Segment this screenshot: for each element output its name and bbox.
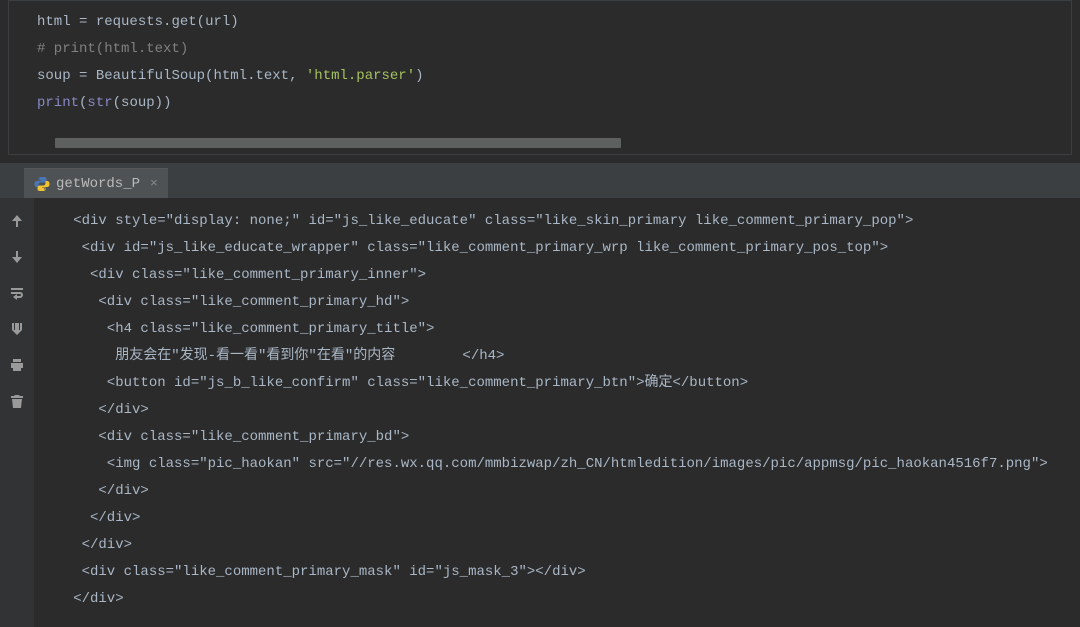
- code-token: get: [171, 14, 196, 30]
- code-token: ): [155, 95, 163, 111]
- console-line: <div id="js_like_educate_wrapper" class=…: [48, 235, 1080, 262]
- console-line: </div>: [48, 397, 1080, 424]
- console-line: 朋友会在"发现-看一看"看到你"在看"的内容 </h4>: [48, 343, 1080, 370]
- code-token: str: [87, 95, 112, 111]
- code-token: url: [205, 14, 230, 30]
- console-line: <h4 class="like_comment_primary_title">: [48, 316, 1080, 343]
- code-line: print(str(soup)): [37, 90, 1059, 117]
- console-line: </div>: [48, 505, 1080, 532]
- code-token: ,: [289, 68, 306, 84]
- code-line: html = requests.get(url): [37, 9, 1059, 36]
- close-icon[interactable]: ×: [150, 176, 158, 191]
- code-token: (: [197, 14, 205, 30]
- code-token: soup: [121, 95, 155, 111]
- console-line: <div style="display: none;" id="js_like_…: [48, 208, 1080, 235]
- code-token: print: [37, 95, 79, 111]
- code-token: BeautifulSoup: [96, 68, 205, 84]
- console-line: <div class="like_comment_primary_mask" i…: [48, 559, 1080, 586]
- editor-panel: html = requests.get(url) # print(html.te…: [8, 0, 1072, 155]
- code-line: soup = BeautifulSoup(html.text, 'html.pa…: [37, 63, 1059, 90]
- code-area[interactable]: html = requests.get(url) # print(html.te…: [9, 1, 1071, 117]
- console-line: <div class="like_comment_primary_bd">: [48, 424, 1080, 451]
- tab-getwords[interactable]: getWords_P ×: [24, 168, 168, 198]
- console-line: <img class="pic_haokan" src="//res.wx.qq…: [48, 451, 1080, 478]
- code-token: html: [213, 68, 247, 84]
- tool-gutter: [0, 198, 34, 627]
- code-token: html: [37, 14, 71, 30]
- arrow-down-icon[interactable]: [8, 248, 26, 266]
- code-token: =: [71, 14, 96, 30]
- console-line: </div>: [48, 586, 1080, 613]
- python-icon: [34, 176, 50, 192]
- horizontal-scrollbar[interactable]: [55, 138, 621, 148]
- tab-bar: getWords_P ×: [0, 163, 1080, 198]
- code-token: ): [163, 95, 171, 111]
- console-line: <button id="js_b_like_confirm" class="li…: [48, 370, 1080, 397]
- trash-icon[interactable]: [8, 392, 26, 410]
- comment: # print(html.text): [37, 41, 188, 57]
- code-token: =: [71, 68, 96, 84]
- code-token: ): [230, 14, 238, 30]
- tab-label: getWords_P: [56, 176, 140, 192]
- code-token: requests: [96, 14, 163, 30]
- scroll-to-end-icon[interactable]: [8, 320, 26, 338]
- code-line: # print(html.text): [37, 36, 1059, 63]
- code-token: soup: [37, 68, 71, 84]
- console-output[interactable]: <div style="display: none;" id="js_like_…: [34, 198, 1080, 627]
- print-icon[interactable]: [8, 356, 26, 374]
- console-line: <div class="like_comment_primary_inner">: [48, 262, 1080, 289]
- run-tool-window: <div style="display: none;" id="js_like_…: [0, 198, 1080, 627]
- console-line: <div class="like_comment_primary_hd">: [48, 289, 1080, 316]
- console-line: </div>: [48, 478, 1080, 505]
- console-line: </div>: [48, 532, 1080, 559]
- arrow-up-icon[interactable]: [8, 212, 26, 230]
- code-token: text: [255, 68, 289, 84]
- soft-wrap-icon[interactable]: [8, 284, 26, 302]
- code-token: (: [113, 95, 121, 111]
- code-token: ): [415, 68, 423, 84]
- string-token: 'html.parser': [306, 68, 415, 84]
